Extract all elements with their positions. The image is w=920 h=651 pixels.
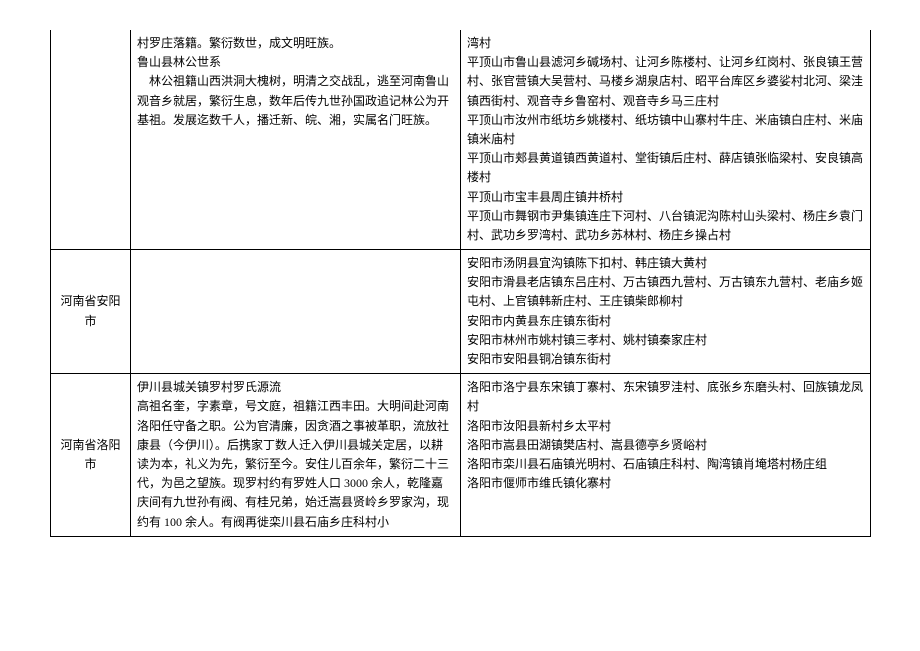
text: 伊川县城关镇罗村罗氏源流 — [137, 378, 454, 397]
text: 安阳市内黄县东庄镇东街村 — [467, 312, 864, 331]
region-cell: 河南省安阳市 — [51, 250, 131, 374]
text: 洛阳市嵩县田湖镇樊店村、嵩县德亭乡贤峪村 — [467, 436, 864, 455]
text: 平顶山市宝丰县周庄镇井桥村 — [467, 188, 864, 207]
genealogy-table: 村罗庄落籍。繁衍数世，成文明旺族。 鲁山县林公世系 林公祖籍山西洪洞大槐树，明清… — [50, 30, 871, 537]
text: 安阳市汤阴县宜沟镇陈下扣村、韩庄镇大黄村 — [467, 254, 864, 273]
text: 洛阳市汝阳县新村乡太平村 — [467, 417, 864, 436]
text: 村罗庄落籍。繁衍数世，成文明旺族。 — [137, 34, 454, 53]
lineage-cell: 村罗庄落籍。繁衍数世，成文明旺族。 鲁山县林公世系 林公祖籍山西洪洞大槐树，明清… — [131, 30, 461, 250]
text: 平顶山市鲁山县滤河乡碱场村、让河乡陈楼村、让河乡红岗村、张良镇王营村、张官营镇大… — [467, 53, 864, 111]
text: 安阳市滑县老店镇东吕庄村、万古镇西九营村、万古镇东九营村、老庙乡姬屯村、上官镇韩… — [467, 273, 864, 311]
text: 洛阳市栾川县石庙镇光明村、石庙镇庄科村、陶湾镇肖埯塔村杨庄组 — [467, 455, 864, 474]
lineage-cell — [131, 250, 461, 374]
table-row: 村罗庄落籍。繁衍数世，成文明旺族。 鲁山县林公世系 林公祖籍山西洪洞大槐树，明清… — [51, 30, 871, 250]
text: 安阳市安阳县铜冶镇东街村 — [467, 350, 864, 369]
text: 洛阳市偃师市维氏镇化寨村 — [467, 474, 864, 493]
villages-cell: 湾村 平顶山市鲁山县滤河乡碱场村、让河乡陈楼村、让河乡红岗村、张良镇王营村、张官… — [461, 30, 871, 250]
text: 高祖名奎，字素章，号文庭，祖籍江西丰田。大明间赴河南洛阳任守备之职。公为官清廉，… — [137, 397, 454, 531]
villages-cell: 洛阳市洛宁县东宋镇丁寨村、东宋镇罗洼村、底张乡东磨头村、回族镇龙凤村 洛阳市汝阳… — [461, 374, 871, 537]
lineage-cell: 伊川县城关镇罗村罗氏源流 高祖名奎，字素章，号文庭，祖籍江西丰田。大明间赴河南洛… — [131, 374, 461, 537]
text: 湾村 — [467, 34, 864, 53]
region-cell — [51, 30, 131, 250]
text: 林公祖籍山西洪洞大槐树，明清之交战乱，逃至河南鲁山观音乡就居，繁衍生息，数年后传… — [137, 72, 454, 130]
text: 安阳市林州市姚村镇三孝村、姚村镇秦家庄村 — [467, 331, 864, 350]
table-row: 河南省安阳市 安阳市汤阴县宜沟镇陈下扣村、韩庄镇大黄村 安阳市滑县老店镇东吕庄村… — [51, 250, 871, 374]
region-cell: 河南省洛阳市 — [51, 374, 131, 537]
text: 平顶山市汝州市纸坊乡姚楼村、纸坊镇中山寨村牛庄、米庙镇白庄村、米庙镇米庙村 — [467, 111, 864, 149]
text: 平顶山市郏县黄道镇西黄道村、堂街镇后庄村、薛店镇张临梁村、安良镇高楼村 — [467, 149, 864, 187]
villages-cell: 安阳市汤阴县宜沟镇陈下扣村、韩庄镇大黄村 安阳市滑县老店镇东吕庄村、万古镇西九营… — [461, 250, 871, 374]
table-row: 河南省洛阳市 伊川县城关镇罗村罗氏源流 高祖名奎，字素章，号文庭，祖籍江西丰田。… — [51, 374, 871, 537]
text: 洛阳市洛宁县东宋镇丁寨村、东宋镇罗洼村、底张乡东磨头村、回族镇龙凤村 — [467, 378, 864, 416]
text: 平顶山市舞钢市尹集镇连庄下河村、八台镇泥沟陈村山头梁村、杨庄乡袁门村、武功乡罗湾… — [467, 207, 864, 245]
text: 鲁山县林公世系 — [137, 53, 454, 72]
